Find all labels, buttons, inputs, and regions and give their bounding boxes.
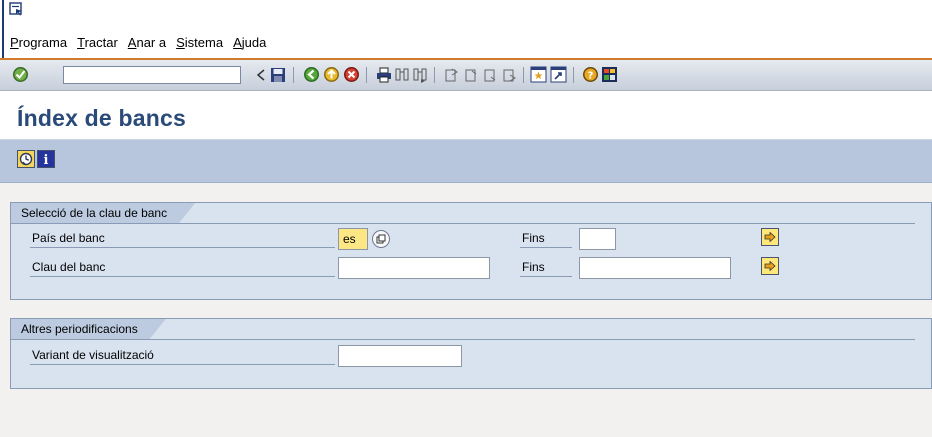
display-variant-input[interactable] — [338, 345, 462, 367]
find-next-icon[interactable] — [411, 66, 428, 83]
command-field[interactable] — [63, 66, 241, 84]
first-page-icon[interactable] — [443, 66, 460, 83]
back-icon[interactable] — [252, 66, 269, 83]
last-page-icon[interactable] — [501, 66, 518, 83]
menu-bar: Programa Tractar Anar a Sistema Ajuda — [0, 0, 932, 60]
svg-text:?: ? — [588, 71, 594, 82]
bank-country-multiple-arrow-icon[interactable] — [761, 228, 779, 246]
save-icon[interactable] — [269, 66, 286, 83]
bank-key-to-input[interactable] — [579, 257, 731, 279]
print-icon[interactable] — [375, 66, 392, 83]
bank-country-label: País del banc — [30, 229, 335, 248]
bank-country-input[interactable] — [338, 228, 368, 250]
menu-bar-accent-line — [2, 0, 4, 58]
enter-icon[interactable] — [12, 66, 29, 83]
menu-anar-a[interactable]: Anar a — [128, 35, 166, 50]
toolbar-separator — [293, 67, 294, 83]
cancel-icon[interactable] — [343, 66, 360, 83]
application-toolbar — [0, 140, 932, 183]
menu-sistema[interactable]: Sistema — [176, 35, 223, 50]
page-title: Índex de bancs — [17, 105, 186, 131]
execute-icon[interactable] — [17, 150, 35, 168]
back-navigation-icon[interactable] — [303, 66, 320, 83]
group-header-line — [11, 339, 915, 340]
bank-country-to-label: Fins — [520, 229, 572, 248]
shortcut-icon[interactable] — [550, 66, 567, 83]
group-title: Selecció de la clau de banc — [11, 203, 195, 223]
multiple-selection-icon[interactable] — [372, 230, 390, 248]
bank-key-label: Clau del banc — [30, 258, 335, 277]
bank-key-input[interactable] — [338, 257, 490, 279]
group-title: Altres periodificacions — [11, 319, 166, 339]
bank-key-selection-group: Selecció de la clau de banc — [10, 202, 932, 300]
find-icon[interactable] — [393, 66, 410, 83]
bank-key-multiple-arrow-icon[interactable] — [761, 257, 779, 275]
create-session-icon[interactable] — [530, 66, 547, 83]
next-page-icon[interactable] — [482, 66, 499, 83]
help-icon[interactable]: ? — [582, 66, 599, 83]
toolbar-separator — [434, 67, 435, 83]
menu-ajuda[interactable]: Ajuda — [233, 35, 266, 50]
info-icon[interactable]: i — [37, 150, 55, 168]
menu-items: Programa Tractar Anar a Sistema Ajuda — [10, 35, 276, 50]
menu-programa[interactable]: Programa — [10, 35, 67, 50]
svg-text:i: i — [44, 153, 49, 166]
display-variant-label: Variant de visualització — [30, 346, 335, 365]
toolbar-separator — [523, 67, 524, 83]
system-menu-icon[interactable] — [9, 2, 24, 16]
group-header-line — [11, 223, 915, 224]
exit-icon[interactable] — [323, 66, 340, 83]
menu-tractar[interactable]: Tractar — [77, 35, 118, 50]
bank-country-to-input[interactable] — [579, 228, 616, 250]
bank-key-to-label: Fins — [520, 258, 572, 277]
previous-page-icon[interactable] — [463, 66, 480, 83]
customize-layout-icon[interactable] — [601, 66, 618, 83]
toolbar-separator — [573, 67, 574, 83]
toolbar-separator — [366, 67, 367, 83]
